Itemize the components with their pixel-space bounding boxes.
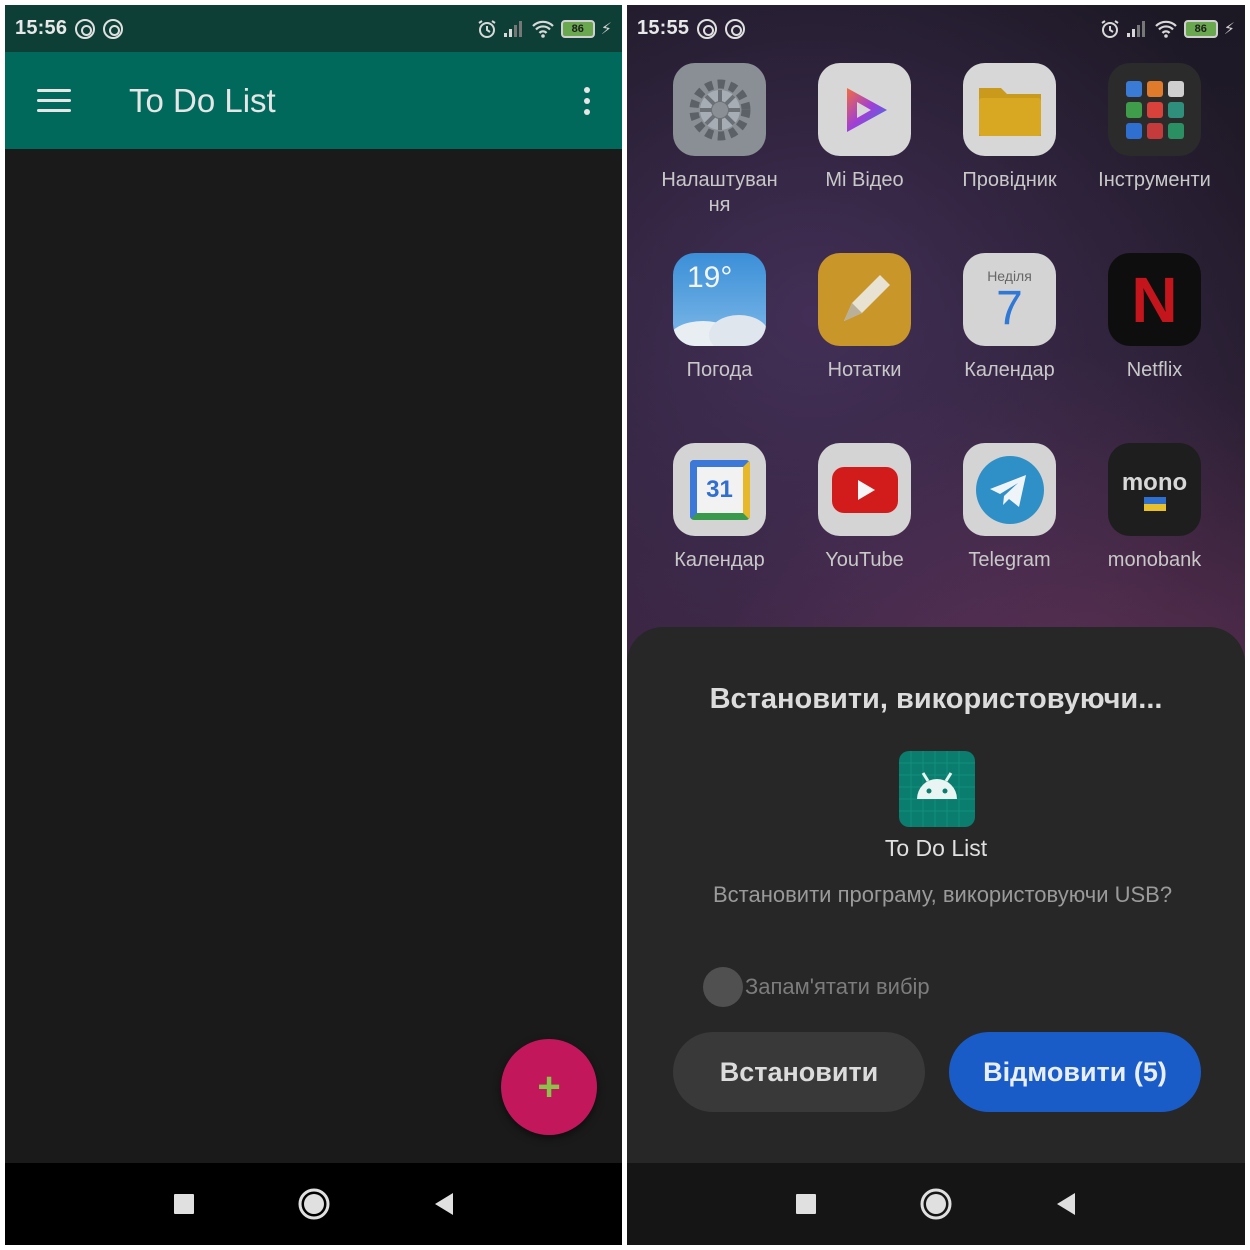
notification-icon	[725, 18, 746, 39]
app-label: Netflix	[1126, 359, 1183, 381]
mi-video-icon	[818, 63, 911, 156]
battery-icon: 86	[1183, 19, 1218, 38]
app-monobank[interactable]: mono monobank	[1082, 443, 1227, 573]
app-file-manager[interactable]: Провідник	[937, 63, 1082, 193]
app-label: Telegram	[968, 549, 1051, 571]
app-label: Календар	[964, 359, 1055, 381]
app-label: Провідник	[962, 169, 1057, 191]
app-tools-folder[interactable]: Інструменти	[1082, 63, 1227, 193]
app-netflix[interactable]: N Netflix	[1082, 253, 1227, 383]
alarm-icon	[477, 19, 497, 39]
checkbox-circle[interactable]	[703, 967, 743, 1007]
recents-icon[interactable]	[789, 1187, 823, 1221]
tools-folder-icon	[1108, 63, 1201, 156]
app-label: Mi Відео	[825, 169, 904, 191]
wifi-icon	[1154, 20, 1178, 38]
app-label: Інструменти	[1098, 169, 1211, 191]
weather-temp: 19°	[687, 261, 733, 294]
app-label: Нотатки	[827, 359, 902, 381]
settings-icon	[673, 63, 766, 156]
alarm-icon	[1100, 19, 1120, 39]
app-label: Налаштуван ня	[661, 169, 778, 216]
dialog-title: Встановити, використовуючи...	[709, 683, 1163, 715]
status-time: 15:55	[637, 17, 690, 39]
remember-choice-label: Запам'ятати вибір	[745, 974, 930, 999]
monobank-logo: mono	[1121, 468, 1188, 496]
navigation-bar	[627, 1163, 1245, 1245]
app-calendar[interactable]: Неділя 7 Календар	[937, 253, 1082, 383]
menu-icon[interactable]	[37, 89, 71, 112]
status-time: 15:56	[15, 17, 68, 39]
app-telegram[interactable]: Telegram	[937, 443, 1082, 573]
home-icon[interactable]	[297, 1187, 331, 1221]
app-bar: To Do List	[5, 52, 622, 149]
weather-icon: 19°	[673, 253, 766, 346]
app-google-calendar[interactable]: 31 Календар	[647, 443, 792, 573]
app-settings[interactable]: Налаштуван ня	[647, 63, 792, 218]
calendar-icon: Неділя 7	[963, 253, 1056, 346]
signal-icon	[1126, 20, 1148, 38]
cancel-button[interactable]: Відмовити (5)	[949, 1032, 1201, 1112]
file-manager-icon	[963, 63, 1056, 156]
monobank-icon: mono	[1108, 443, 1201, 536]
more-options-icon[interactable]	[578, 83, 596, 119]
home-icon[interactable]	[919, 1187, 953, 1221]
install-button[interactable]: Встановити	[673, 1032, 925, 1112]
install-dialog-screen: 15:55 86 ⚡ Налаштуван ня Mi Відео Провід…	[627, 5, 1245, 1245]
notes-icon	[818, 253, 911, 346]
charging-icon: ⚡	[600, 20, 612, 38]
back-icon[interactable]	[1049, 1187, 1083, 1221]
battery-icon: 86	[560, 19, 595, 38]
status-bar: 15:56 86 ⚡	[5, 5, 622, 52]
app-notes[interactable]: Нотатки	[792, 253, 937, 383]
charging-icon: ⚡	[1223, 20, 1235, 38]
todo-app-screen: 15:56 86 ⚡ To Do List +	[5, 5, 622, 1245]
add-task-button[interactable]: +	[501, 1039, 597, 1135]
app-label: Погода	[686, 359, 753, 381]
notification-icon	[75, 18, 96, 39]
notification-icon	[103, 18, 124, 39]
remember-choice-checkbox[interactable]: Запам'ятати вибір	[703, 967, 930, 1007]
back-icon[interactable]	[427, 1187, 461, 1221]
android-icon	[899, 751, 975, 827]
recents-icon[interactable]	[167, 1187, 201, 1221]
app-label: monobank	[1107, 549, 1202, 571]
dialog-message: Встановити програму, використовуючи USB?	[713, 882, 1173, 907]
wifi-icon	[531, 20, 555, 38]
status-bar: 15:55 86 ⚡	[627, 5, 1245, 52]
install-dialog: Встановити, використовуючи... To Do List…	[627, 627, 1245, 1167]
app-label: YouTube	[825, 549, 904, 571]
google-calendar-icon: 31	[673, 443, 766, 536]
navigation-bar	[5, 1163, 622, 1245]
telegram-icon	[963, 443, 1056, 536]
gcal-date: 31	[706, 475, 733, 503]
notification-icon	[697, 18, 718, 39]
youtube-icon	[818, 443, 911, 536]
app-label: Календар	[674, 549, 765, 571]
netflix-logo: N	[1131, 263, 1178, 336]
dialog-app-name: To Do List	[884, 835, 988, 861]
netflix-icon: N	[1108, 253, 1201, 346]
app-youtube[interactable]: YouTube	[792, 443, 937, 573]
signal-icon	[503, 20, 525, 38]
calendar-day: 7	[996, 281, 1023, 335]
page-title: To Do List	[129, 81, 276, 119]
app-mi-video[interactable]: Mi Відео	[792, 63, 937, 193]
app-weather[interactable]: 19° Погода	[647, 253, 792, 383]
